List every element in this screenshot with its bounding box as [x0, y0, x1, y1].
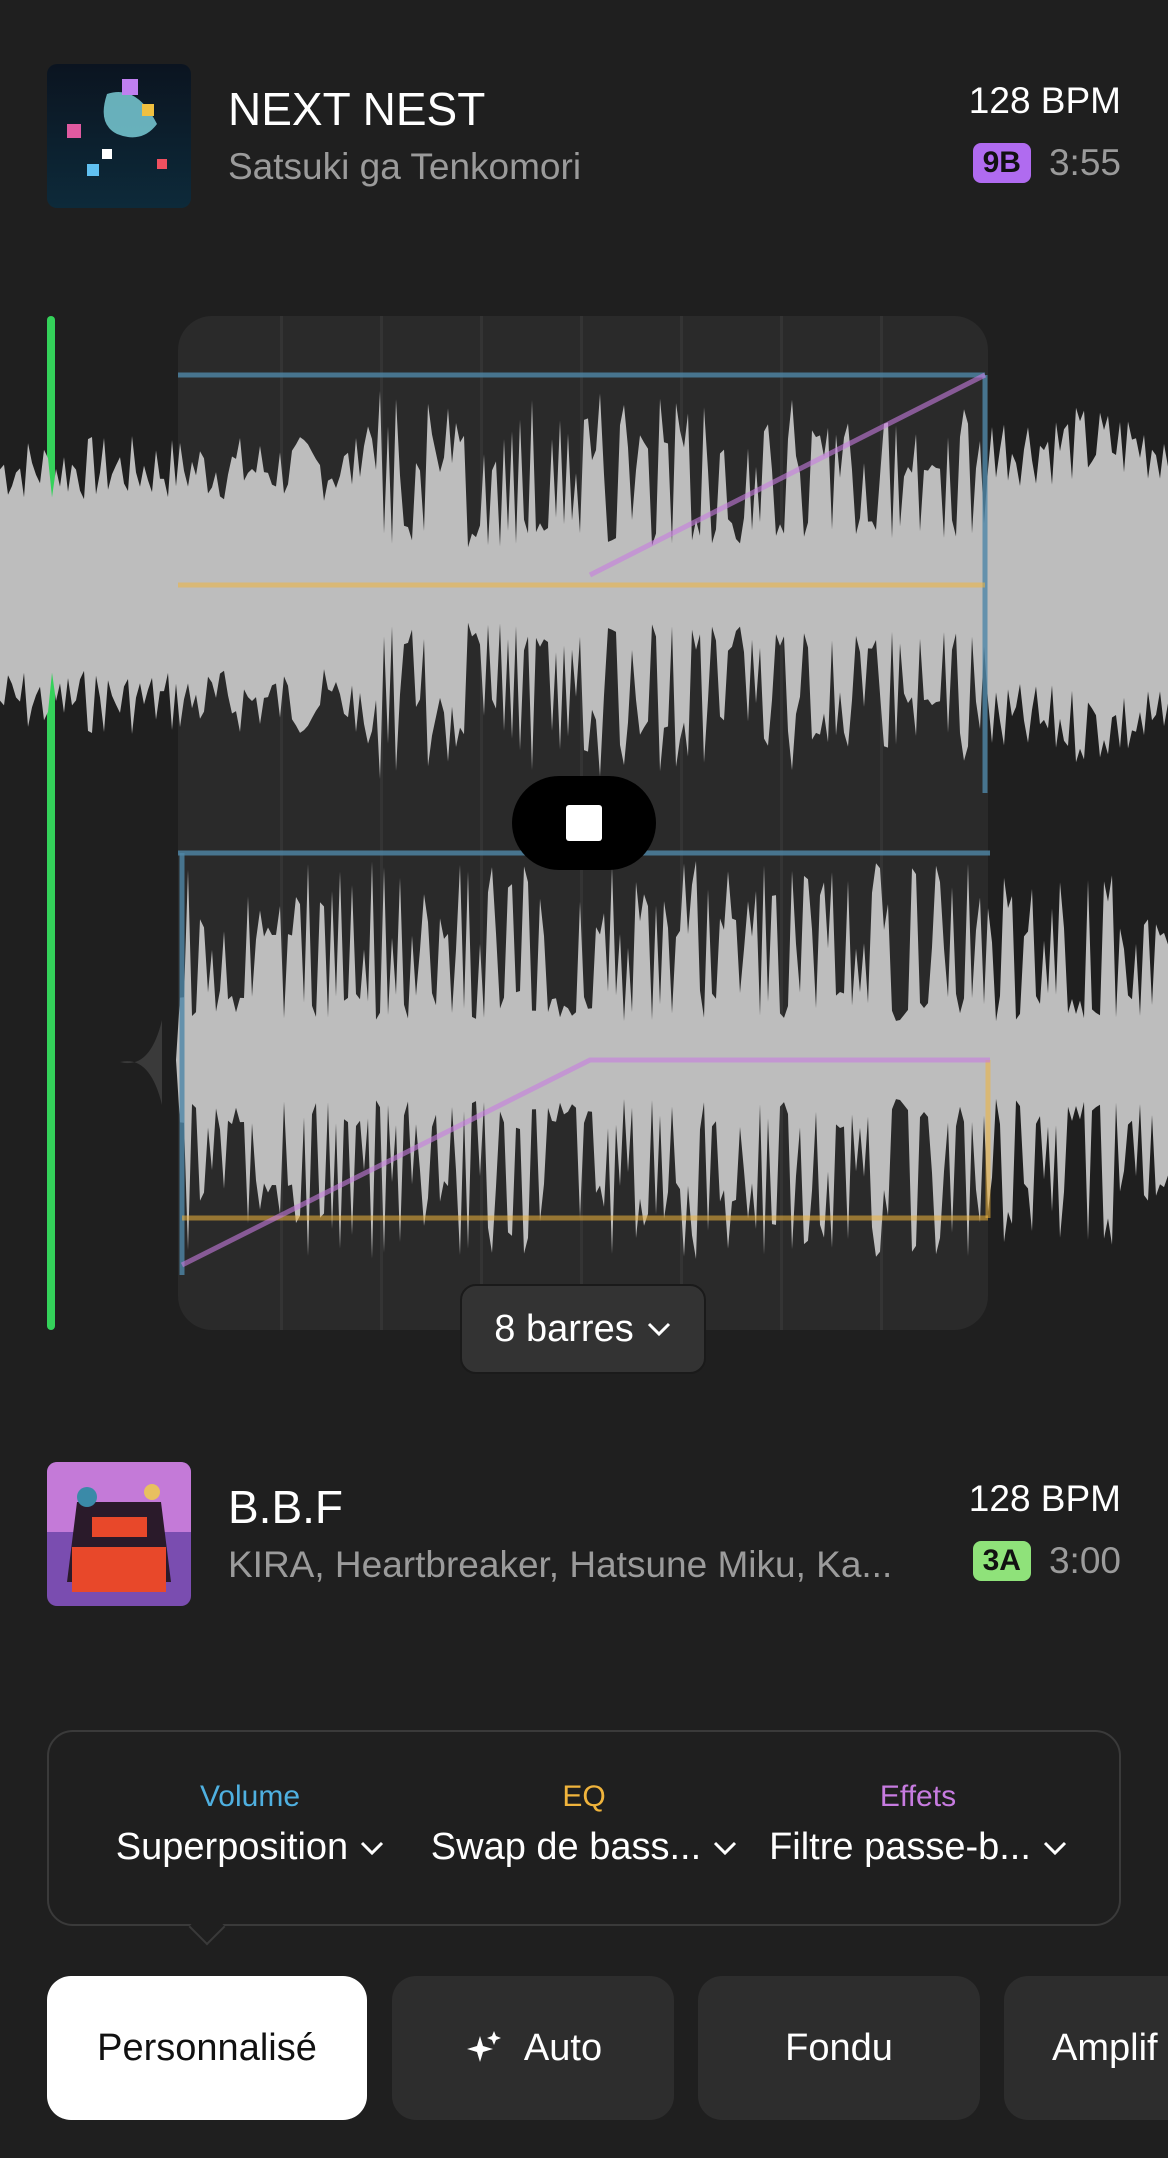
album-art-bottom — [47, 1462, 191, 1606]
track-bpm: 128 BPM — [968, 1478, 1121, 1519]
effects-dropdown[interactable]: Filtre passe-b... — [769, 1826, 1067, 1869]
waveform-shape — [0, 861, 1168, 1259]
eq-control[interactable]: EQ Swap de bass... — [428, 1780, 740, 1869]
sparkle-icon — [466, 2031, 501, 2062]
eq-value: Swap de bass... — [430, 1826, 702, 1868]
preset-fondu[interactable]: Fondu — [698, 1976, 980, 2120]
preset-label: Fondu — [785, 2026, 893, 2069]
track-meta: 3A 3:00 — [972, 1540, 1121, 1582]
track-duration: 3:55 — [1048, 142, 1121, 183]
eq-label: EQ — [562, 1780, 606, 1813]
volume-control[interactable]: Volume Superposition — [104, 1780, 396, 1869]
preset-auto[interactable]: Auto — [392, 1976, 674, 2120]
album-art-top — [47, 64, 191, 208]
track-bpm: 128 BPM — [968, 80, 1121, 121]
stop-icon — [566, 805, 602, 841]
chevron-down-icon — [714, 1841, 737, 1855]
track-duration: 3:00 — [1048, 1540, 1121, 1581]
bar-length-dropdown[interactable]: 8 barres — [460, 1284, 706, 1374]
preset-label: Auto — [523, 2026, 603, 2069]
volume-dropdown[interactable]: Superposition — [116, 1826, 384, 1869]
effects-control[interactable]: Effets Filtre passe-b... — [762, 1780, 1074, 1869]
volume-label: Volume — [199, 1780, 301, 1813]
preset-amplif[interactable]: Amplif — [1004, 1976, 1168, 2120]
key-badge: 9B — [972, 143, 1031, 183]
track-bottom[interactable]: B.B.F KIRA, Heartbreaker, Hatsune Miku, … — [0, 1462, 1168, 1612]
track-title: B.B.F — [228, 1481, 344, 1533]
waveform-handle[interactable] — [120, 1020, 162, 1105]
key-badge: 3A — [972, 1541, 1031, 1581]
chevron-down-icon — [647, 1322, 670, 1337]
chevron-down-icon — [1043, 1841, 1066, 1855]
effects-value: Filtre passe-b... — [769, 1826, 1031, 1868]
eq-dropdown[interactable]: Swap de bass... — [431, 1826, 737, 1869]
preset-label: Personnalisé — [97, 2026, 317, 2069]
track-meta: 9B 3:55 — [972, 142, 1121, 184]
track-top[interactable]: NEXT NEST Satsuki ga Tenkomori 128 BPM 9… — [0, 64, 1168, 214]
effects-label: Effets — [879, 1780, 957, 1813]
volume-value: Superposition — [115, 1826, 349, 1868]
stop-button[interactable] — [512, 776, 656, 870]
preset-personnalise[interactable]: Personnalisé — [47, 1976, 367, 2120]
track-artist: Satsuki ga Tenkomori — [228, 146, 582, 187]
bar-length-label: 8 barres — [494, 1307, 634, 1350]
waveform-bottom — [0, 861, 1168, 1259]
preset-label: Amplif — [1052, 2026, 1158, 2069]
track-artist: KIRA, Heartbreaker, Hatsune Miku, Ka... — [228, 1544, 893, 1585]
chevron-down-icon — [361, 1841, 384, 1855]
track-title: NEXT NEST — [228, 83, 486, 135]
